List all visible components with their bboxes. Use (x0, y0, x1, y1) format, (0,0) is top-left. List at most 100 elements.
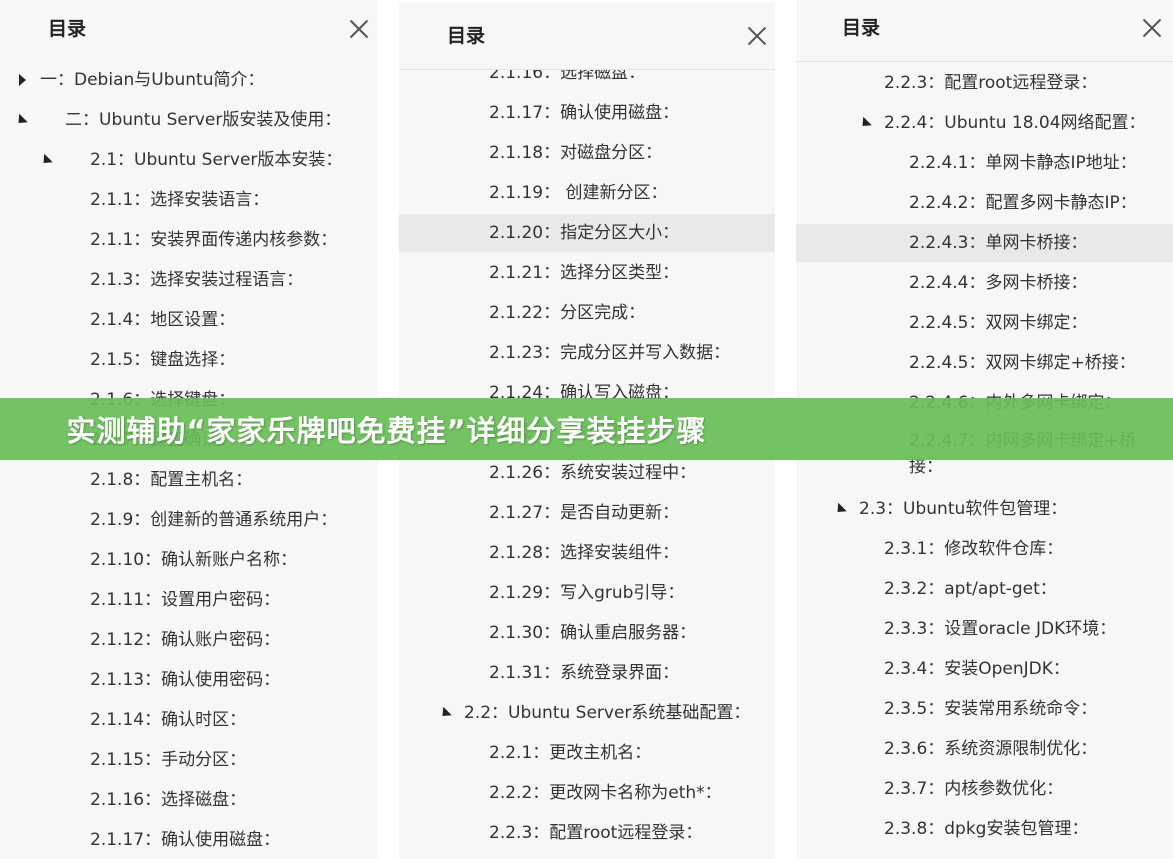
toc-item-label: 2.2.3：配置root远程登录： (489, 823, 703, 843)
toc-item-label: 2.1.5：键盘选择： (90, 350, 236, 370)
toc-item[interactable]: 2.1.3：选择安装过程语言： (0, 261, 378, 299)
toc-item[interactable]: 2.3.7：内核参数优化： (796, 770, 1173, 808)
toc-item-label: 2.1.9：创建新的普通系统用户： (90, 510, 338, 530)
toc-item[interactable]: 2.3.2：apt/apt-get： (796, 570, 1173, 608)
toc-item-label: 2.1.16：选择磁盘： (90, 790, 247, 810)
toc-item[interactable]: 2.3.6：系统资源限制优化： (796, 730, 1173, 768)
toc-item[interactable]: 2.2.3：配置root远程登录： (399, 814, 775, 852)
toc-item[interactable]: 2.1.20：指定分区大小： (399, 214, 775, 252)
toc-item-label: 2.1.20：指定分区大小： (489, 223, 680, 243)
toc-item[interactable]: 2.1.13：确认使用密码： (0, 661, 378, 699)
toc-item-label: 2.1.22：分区完成： (489, 303, 646, 323)
toc-item[interactable]: 2.2.4.2：配置多网卡静态IP： (796, 184, 1173, 222)
toc-header: 目录 (0, 0, 378, 62)
caret-down-icon[interactable] (438, 706, 452, 721)
toc-item[interactable]: 2.3.3：设置oracle JDK环境： (796, 610, 1173, 648)
toc-item[interactable]: 2.2：Ubuntu Server系统基础配置： (399, 694, 775, 732)
toc-item[interactable]: 2.1.31：系统登录界面： (399, 654, 775, 692)
promo-banner: 实测辅助“家家乐牌吧免费挂”详细分享装挂步骤 (0, 398, 1173, 460)
toc-header: 目录 (399, 3, 775, 70)
toc-item[interactable]: 2.1.23：完成分区并写入数据： (399, 334, 775, 372)
toc-item[interactable]: 2.2.4.5：双网卡绑定： (796, 304, 1173, 342)
toc-item[interactable]: 2.1.28：选择安装组件： (399, 534, 775, 572)
toc-item[interactable]: 2.1.8：配置主机名： (0, 461, 378, 499)
toc-item[interactable]: 2.1.17：确认使用磁盘： (0, 821, 378, 859)
toc-item[interactable]: 2.1.14：确认时区： (0, 701, 378, 739)
toc-item-label: 二：Ubuntu Server版安装及使用： (65, 110, 342, 130)
toc-item-label: 2.3：Ubuntu软件包管理： (859, 499, 1068, 519)
toc-item[interactable]: 2.1.18：对磁盘分区： (399, 134, 775, 172)
toc-item[interactable]: 2.1.12：确认账户密码： (0, 621, 378, 659)
toc-item[interactable]: 2.1.5：键盘选择： (0, 341, 378, 379)
toc-item[interactable]: 一：Debian与Ubuntu简介： (0, 61, 378, 99)
toc-item-label: 一：Debian与Ubuntu简介： (40, 70, 265, 90)
toc-item-label: 2.1.10：确认新账户名称： (90, 550, 298, 570)
toc-item-label: 2.2.2：更改网卡名称为eth*： (489, 783, 722, 803)
toc-item[interactable]: 2.1.22：分区完成： (399, 294, 775, 332)
toc-item-label: 2.2.4.2：配置多网卡静态IP： (909, 193, 1137, 213)
toc-item[interactable]: 2.1.1：选择安装语言： (0, 181, 378, 219)
toc-item-label: 2.3.6：系统资源限制优化： (884, 739, 1098, 759)
close-icon[interactable] (346, 16, 372, 42)
toc-item[interactable]: 2.2.3：配置root远程登录： (796, 64, 1173, 102)
toc-item-label: 2.1：Ubuntu Server版本安装： (90, 150, 343, 170)
caret-down-icon[interactable] (833, 502, 847, 517)
toc-item-label: 2.2.4.1：单网卡静态IP地址： (909, 153, 1137, 173)
toc-item-label: 2.1.17：确认使用磁盘： (489, 103, 680, 123)
toc-item-label: 2.1.12：确认账户密码： (90, 630, 281, 650)
toc-item[interactable]: 2.2.4.3：单网卡桥接： (796, 224, 1173, 262)
toc-item[interactable]: 2.1.4：地区设置： (0, 301, 378, 339)
toc-item[interactable]: 2.1.1：安装界面传递内核参数： (0, 221, 378, 259)
toc-item[interactable]: 2.1.9：创建新的普通系统用户： (0, 501, 378, 539)
caret-down-icon[interactable] (14, 113, 28, 128)
banner-text: 实测辅助“家家乐牌吧免费挂”详细分享装挂步骤 (66, 414, 707, 448)
toc-title: 目录 (48, 18, 87, 40)
toc-item-label: 2.3.7：内核参数优化： (884, 779, 1064, 799)
toc-item[interactable]: 2.1.27：是否自动更新： (399, 494, 775, 532)
toc-item-label: 2.1.14：确认时区： (90, 710, 247, 730)
toc-item-label: 2.2.4：Ubuntu 18.04网络配置： (884, 113, 1146, 133)
toc-item[interactable]: 2.1.10：确认新账户名称： (0, 541, 378, 579)
caret-down-icon[interactable] (39, 153, 53, 168)
toc-title: 目录 (447, 25, 486, 47)
toc-item[interactable]: 2.1.19： 创建新分区： (399, 174, 775, 212)
toc-item-label: 2.1.11：设置用户密码： (90, 590, 281, 610)
toc-item[interactable]: 2.1.30：确认重启服务器： (399, 614, 775, 652)
close-icon[interactable] (1139, 15, 1165, 41)
toc-item[interactable]: 2.3.8：dpkg安装包管理： (796, 810, 1173, 848)
toc-item[interactable]: 2.3：Ubuntu软件包管理： (796, 490, 1173, 528)
toc-item[interactable]: 2.1.17：确认使用磁盘： (399, 94, 775, 132)
toc-item[interactable]: 2.3.1：修改软件仓库： (796, 530, 1173, 568)
toc-item[interactable]: 2.1.29：写入grub引导： (399, 574, 775, 612)
toc-item[interactable]: 2.3.5：安装常用系统命令： (796, 690, 1173, 728)
toc-item[interactable]: 2.2.4：Ubuntu 18.04网络配置： (796, 104, 1173, 142)
toc-item-label: 2.1.31：系统登录界面： (489, 663, 680, 683)
toc-item[interactable]: 2.2.1：更改主机名： (399, 734, 775, 772)
toc-item-label: 2.2.4.3：单网卡桥接： (909, 233, 1088, 253)
toc-item[interactable]: 2.2.4.5：双网卡绑定+桥接： (796, 344, 1173, 382)
toc-item-label: 2.1.1：选择安装语言： (90, 190, 270, 210)
toc-item-label: 2.1.1：安装界面传递内核参数： (90, 230, 338, 250)
toc-item-label: 2.2.4.5：双网卡绑定： (909, 313, 1088, 333)
toc-item[interactable]: 2.1：Ubuntu Server版本安装： (0, 141, 378, 179)
toc-item[interactable]: 2.1.16：选择磁盘： (0, 781, 378, 819)
toc-item[interactable]: 2.2.4.1：单网卡静态IP地址： (796, 144, 1173, 182)
toc-item-label: 2.1.4：地区设置： (90, 310, 236, 330)
toc-item-label: 2.1.13：确认使用密码： (90, 670, 281, 690)
caret-right-icon[interactable] (19, 74, 26, 86)
toc-item-label: 2.1.23：完成分区并写入数据： (489, 343, 731, 363)
toc-item[interactable]: 2.3.4：安装OpenJDK： (796, 650, 1173, 688)
toc-item-label: 2.3.4：安装OpenJDK： (884, 659, 1070, 679)
toc-item-label: 2.3.3：设置oracle JDK环境： (884, 619, 1117, 639)
toc-item-label: 2.2：Ubuntu Server系统基础配置： (464, 703, 751, 723)
caret-down-icon[interactable] (858, 116, 872, 131)
toc-item[interactable]: 2.1.15：手动分区： (0, 741, 378, 779)
toc-item[interactable]: 2.2.4.4：多网卡桥接： (796, 264, 1173, 302)
close-icon[interactable] (744, 23, 770, 49)
toc-item[interactable]: 二：Ubuntu Server版安装及使用： (0, 101, 378, 139)
toc-item-label: 2.1.15：手动分区： (90, 750, 247, 770)
toc-item[interactable]: 2.1.11：设置用户密码： (0, 581, 378, 619)
toc-item[interactable]: 2.2.2：更改网卡名称为eth*： (399, 774, 775, 812)
toc-header: 目录 (796, 0, 1173, 62)
toc-item[interactable]: 2.1.21：选择分区类型： (399, 254, 775, 292)
